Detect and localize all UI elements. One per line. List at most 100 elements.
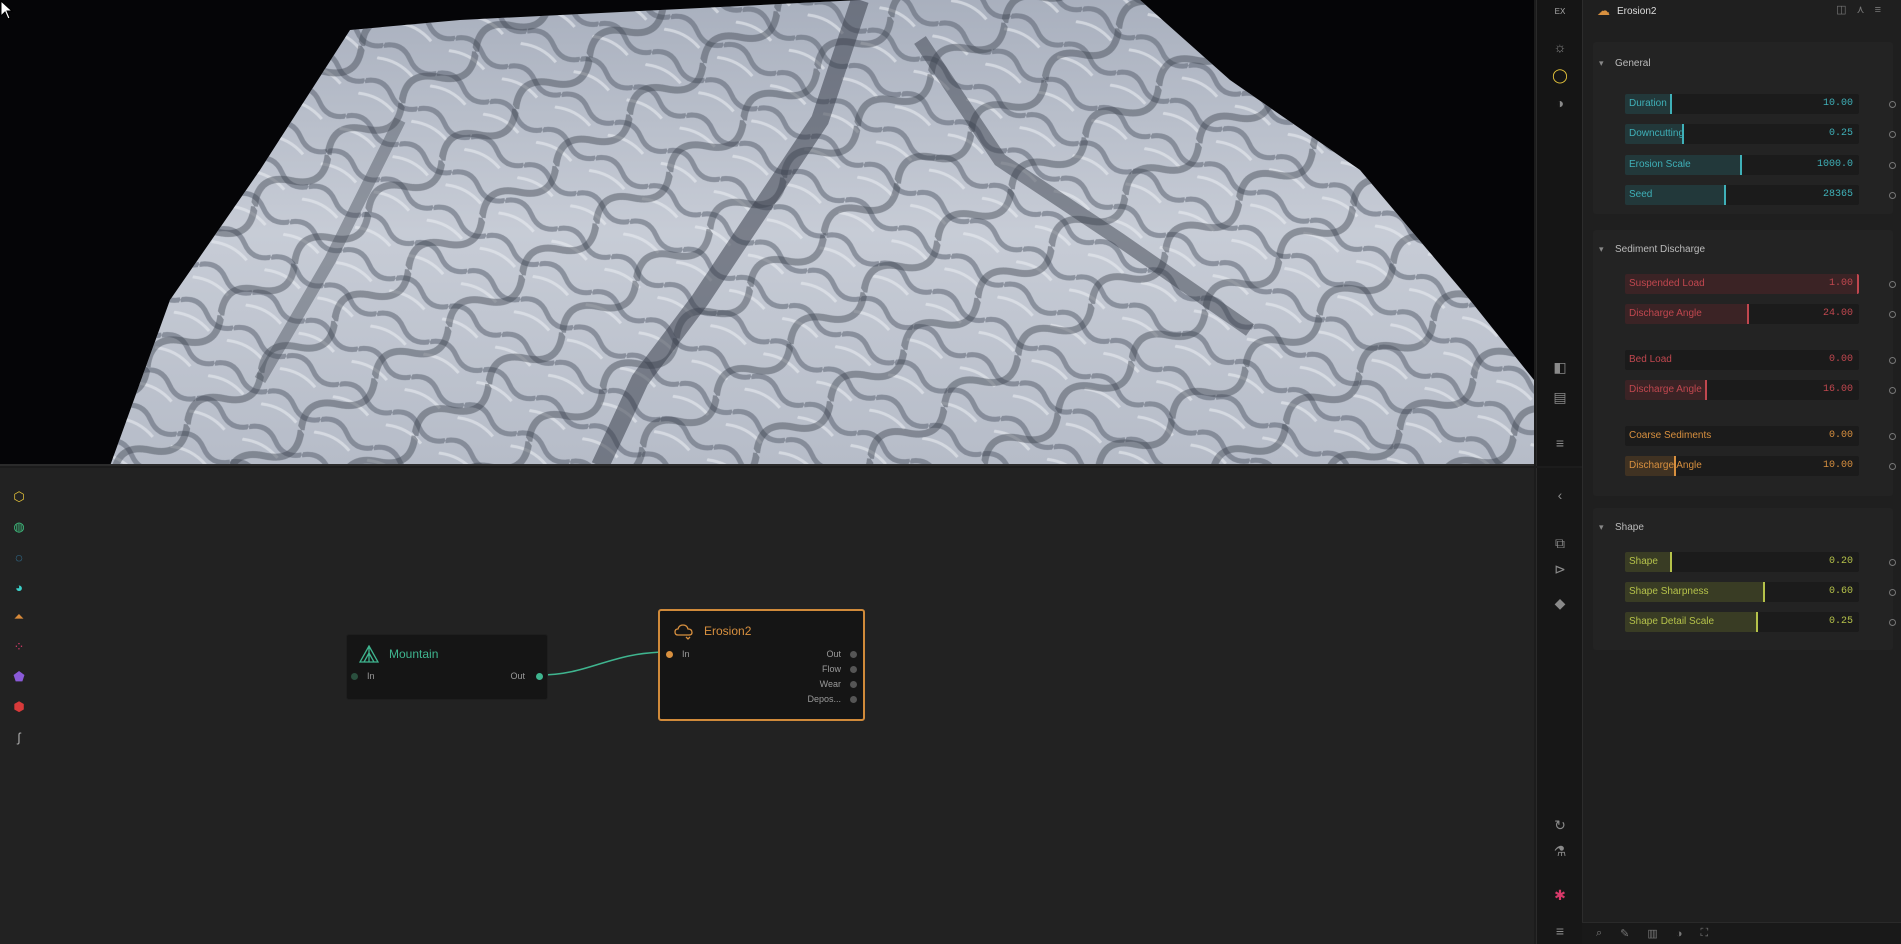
slider-label: Downcutting [1629, 128, 1685, 139]
erosion-wear-label: Wear [819, 679, 841, 689]
collapse-left-icon[interactable]: ‹ [1537, 484, 1583, 506]
chevron-down-icon[interactable]: ▾ [1599, 522, 1604, 533]
slider-shape[interactable]: Shape 0.20 [1625, 552, 1859, 572]
tree-icon[interactable]: ⊳ [1537, 558, 1583, 580]
section-title[interactable]: General [1615, 58, 1651, 69]
layout-icon[interactable]: ▤ [1537, 386, 1583, 408]
reset-dot-icon[interactable] [1889, 162, 1896, 169]
search-icon[interactable]: ⌕ [1596, 927, 1602, 940]
erosion-out-label: Out [826, 649, 841, 659]
copy-icon[interactable]: ⧉ [1537, 532, 1583, 554]
slider-shape-sharpness[interactable]: Shape Sharpness 0.60 [1625, 582, 1859, 602]
curve-icon[interactable]: ʃ [8, 726, 30, 748]
erosion-out-port[interactable] [850, 651, 857, 658]
contrast-icon[interactable]: ◑ [1676, 928, 1683, 940]
erosion-cloud-icon [674, 624, 693, 640]
reset-dot-icon[interactable] [1889, 131, 1896, 138]
palette-icon[interactable]: ◕ [8, 576, 30, 598]
slider-value: 10.00 [1822, 98, 1853, 109]
slider-bed-load[interactable]: Bed Load 0.00 [1625, 350, 1859, 370]
reset-dot-icon[interactable] [1889, 192, 1896, 199]
drop-icon[interactable]: ◆ [1537, 592, 1583, 614]
swirl-icon[interactable]: ◌ [8, 546, 30, 568]
mountain-in-label: In [367, 671, 375, 681]
chevron-down-icon[interactable]: ▾ [1599, 58, 1604, 69]
mountain-layers-icon[interactable]: ⏶ [8, 606, 30, 628]
bug-icon[interactable]: ✱ [1537, 884, 1583, 906]
header-actions[interactable]: ◫⋏≡ [1836, 3, 1891, 16]
slider-seed[interactable]: Seed 28365 [1625, 185, 1859, 205]
slider-value: 0.00 [1828, 430, 1853, 441]
slider-value: 0.60 [1828, 586, 1853, 597]
erosion-node-title: Erosion2 [704, 624, 752, 638]
reset-dot-icon[interactable] [1889, 463, 1896, 470]
section-general: ▾ General Duration 10.00 Downcutting 0.25 Eros… [1593, 42, 1896, 214]
reset-dot-icon[interactable] [1889, 387, 1896, 394]
section-sediment-discharge: ▾ Sediment Discharge Suspended Load 1.00 Dis… [1593, 230, 1896, 496]
scatter-icon[interactable]: ⁘ [8, 636, 30, 658]
light-ring-icon[interactable]: ◯ [1537, 64, 1583, 86]
cube-icon[interactable]: ⬡ [8, 486, 30, 508]
erosion-node[interactable]: Erosion2 In Out Flow Wear Depos... [658, 609, 865, 721]
reset-dot-icon[interactable] [1889, 589, 1896, 596]
split-view-icon[interactable]: ◧ [1537, 356, 1583, 378]
slider-label: Discharge Angle [1629, 460, 1702, 471]
chevron-down-icon[interactable]: ▾ [1599, 244, 1604, 255]
erosion-deposits-port[interactable] [850, 696, 857, 703]
slider-suspended-load[interactable]: Suspended Load 1.00 [1625, 274, 1859, 294]
shield-icon[interactable]: ⬟ [8, 666, 30, 688]
section-title[interactable]: Sediment Discharge [1615, 244, 1705, 255]
node-palette: ⬡ ◍ ◌ ◕ ⏶ ⁘ ⬟ ⬢ ʃ [8, 486, 30, 756]
reset-dot-icon[interactable] [1889, 559, 1896, 566]
slider-value: 10.00 [1822, 460, 1853, 471]
globe-icon[interactable]: ◍ [8, 516, 30, 538]
menu-lines-icon[interactable]: ≡ [1537, 432, 1583, 454]
slider-discharge-angle[interactable]: Discharge Angle 16.00 [1625, 380, 1859, 400]
mountain-node[interactable]: Mountain In Out [346, 634, 548, 700]
mountain-icon [359, 645, 379, 663]
gem-icon[interactable]: ⬢ [8, 696, 30, 718]
erosion-cloud-icon: ☁ [1597, 3, 1610, 18]
slider-value: 0.00 [1828, 354, 1853, 365]
erosion-in-port[interactable] [666, 651, 673, 658]
terrain-viewport[interactable] [0, 0, 1534, 466]
expand-icon[interactable]: ⛶ [1700, 927, 1708, 940]
columns-icon[interactable]: ▥ [1647, 927, 1657, 940]
refresh-icon[interactable]: ↻ [1537, 814, 1583, 836]
slider-label: Discharge Angle [1629, 384, 1702, 395]
menu-icon[interactable]: ≡ [1537, 920, 1583, 942]
app-root: EX ☼ ◯ ◑ ◧ ▤ ≡ ⬡ ◍ ◌ ◕ ⏶ ⁘ ⬟ ⬢ ʃ Mountain In Out… [0, 0, 1901, 944]
slider-erosion-scale[interactable]: Erosion Scale 1000.0 [1625, 155, 1859, 175]
reset-dot-icon[interactable] [1889, 281, 1896, 288]
flask-icon[interactable]: ⚗ [1537, 840, 1583, 862]
slider-discharge-angle[interactable]: Discharge Angle 24.00 [1625, 304, 1859, 324]
mountain-node-title: Mountain [389, 647, 439, 661]
brush-icon[interactable]: ✎ [1620, 927, 1629, 940]
mouse-cursor-icon [0, 0, 14, 20]
slider-label: Shape [1629, 556, 1658, 567]
mountain-out-port[interactable] [536, 673, 543, 680]
erosion-wear-port[interactable] [850, 681, 857, 688]
viewport-toolbar: EX ☼ ◯ ◑ ◧ ▤ ≡ [1536, 0, 1582, 466]
slider-discharge-angle[interactable]: Discharge Angle 10.00 [1625, 456, 1859, 476]
reset-dot-icon[interactable] [1889, 433, 1896, 440]
reset-dot-icon[interactable] [1889, 311, 1896, 318]
sun-icon[interactable]: ☼ [1537, 36, 1583, 58]
slider-shape-detail-scale[interactable]: Shape Detail Scale 0.25 [1625, 612, 1859, 632]
reset-dot-icon[interactable] [1889, 357, 1896, 364]
section-title[interactable]: Shape [1615, 522, 1644, 533]
reset-dot-icon[interactable] [1889, 101, 1896, 108]
properties-panel: ☁ Erosion2 ◫⋏≡ ▾ General Duration 10.00 Down… [1582, 0, 1901, 944]
properties-title: Erosion2 [1617, 5, 1657, 17]
reset-dot-icon[interactable] [1889, 619, 1896, 626]
viewport-mode-label[interactable]: EX [1537, 0, 1583, 22]
erosion-flow-port[interactable] [850, 666, 857, 673]
slider-downcutting[interactable]: Downcutting 0.25 [1625, 124, 1859, 144]
slider-duration[interactable]: Duration 10.00 [1625, 94, 1859, 114]
graph-toolbar: ‹ ⧉ ⊳ ◆ ↻ ⚗ ✱ ≡ [1536, 468, 1582, 944]
contrast-icon[interactable]: ◑ [1537, 92, 1583, 114]
slider-label: Duration [1629, 98, 1667, 109]
mountain-in-port[interactable] [351, 673, 358, 680]
slider-coarse-sediments[interactable]: Coarse Sediments 0.00 [1625, 426, 1859, 446]
slider-value: 24.00 [1822, 308, 1853, 319]
